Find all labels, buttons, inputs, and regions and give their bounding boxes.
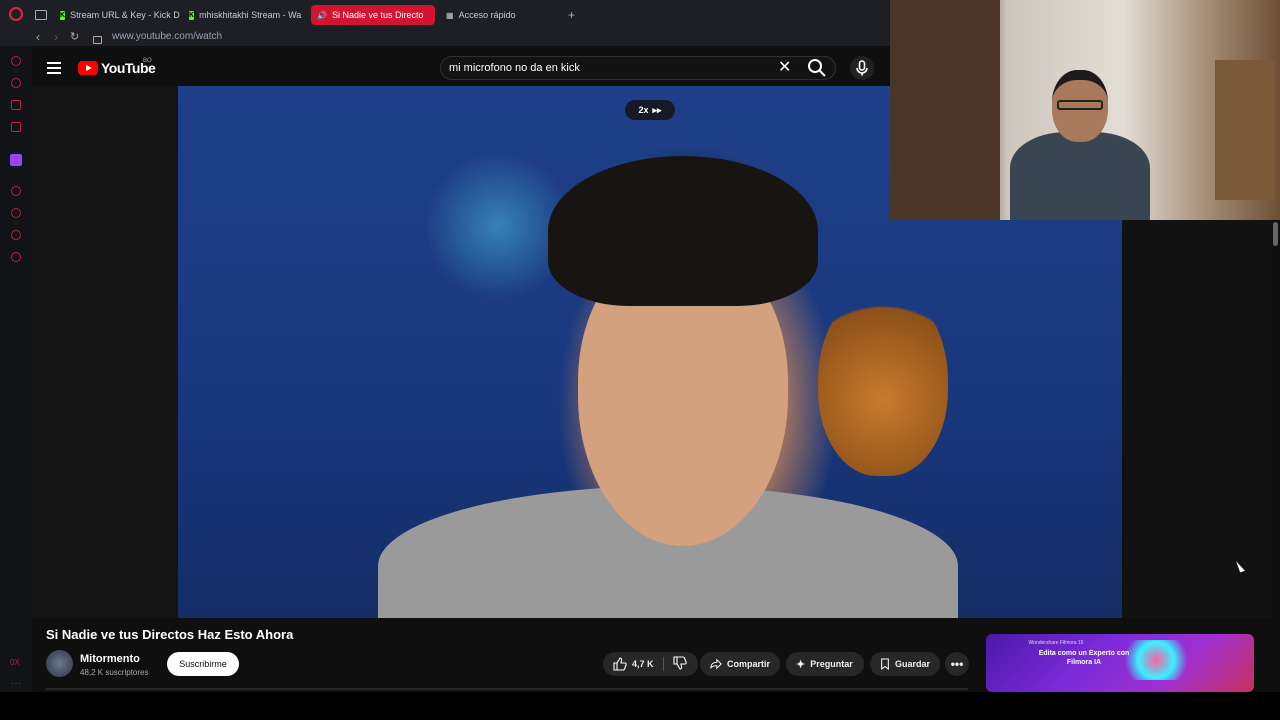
twitch-icon[interactable] xyxy=(10,154,22,166)
dislike-button[interactable] xyxy=(672,656,687,672)
search-icon xyxy=(808,59,826,77)
tab-label: Stream URL & Key - Kick D xyxy=(70,10,180,20)
thumbs-up-icon xyxy=(613,657,627,671)
reload-icon[interactable]: ↻ xyxy=(70,30,79,43)
player-letterbox-right xyxy=(1122,220,1272,618)
like-count: 4,7 K xyxy=(632,659,654,669)
ad-headline: Edita como un Experto con Filmora IA xyxy=(1038,650,1130,666)
fast-forward-icon: ▸▸ xyxy=(652,104,662,115)
webcam-overlay xyxy=(890,0,1280,220)
video-title: Si Nadie ve tus Directos Haz Esto Ahora xyxy=(46,627,294,642)
tab-youtube-video[interactable]: 🔊 Si Nadie ve tus Directo xyxy=(311,5,435,25)
tab-label: mhiskhitakhi Stream - Wa xyxy=(199,10,302,20)
sponsored-ad[interactable]: Wondershare Filmora 15 Edita como un Exp… xyxy=(986,634,1254,692)
lock-icon xyxy=(93,36,102,44)
sidebar-settings-icon[interactable] xyxy=(11,252,21,262)
sidebar-extensions-icon[interactable] xyxy=(11,230,21,240)
new-tab-button[interactable]: + xyxy=(568,8,575,22)
share-icon xyxy=(710,658,722,670)
speed-label: 2x xyxy=(638,105,649,115)
glasses-icon xyxy=(1057,100,1103,110)
browser-tab-strip: K Stream URL & Key - Kick D K mhiskhitak… xyxy=(0,0,890,30)
like-divider xyxy=(662,657,664,671)
share-label: Compartir xyxy=(726,659,770,669)
like-dislike-group: 4,7 K xyxy=(603,652,698,676)
speaker-icon: 🔊 xyxy=(317,10,327,20)
sidebar-history-icon[interactable] xyxy=(11,208,21,218)
share-button[interactable]: Compartir xyxy=(700,652,780,676)
forward-icon[interactable]: › xyxy=(54,30,58,44)
webcam-person-body xyxy=(1010,132,1150,220)
sidebar-aria-icon[interactable] xyxy=(11,78,21,88)
guitar-in-background xyxy=(818,286,948,476)
player-letterbox-left xyxy=(32,86,178,618)
back-icon[interactable]: ‹ xyxy=(36,30,40,44)
webcam-bookshelf xyxy=(1215,60,1275,200)
bookmark-icon xyxy=(881,658,889,670)
search-button[interactable] xyxy=(806,57,828,79)
subscribe-button[interactable]: Suscribirme xyxy=(167,652,239,676)
clear-search-icon[interactable]: ✕ xyxy=(778,59,791,77)
sidebar-player-icon[interactable] xyxy=(11,186,21,196)
channel-avatar[interactable] xyxy=(46,650,73,677)
playback-speed-indicator: 2x ▸▸ xyxy=(625,100,675,120)
more-actions-button[interactable]: ••• xyxy=(945,652,969,676)
ask-label: Preguntar xyxy=(810,659,853,669)
save-label: Guardar xyxy=(894,659,930,669)
opera-logo-icon[interactable] xyxy=(9,7,23,21)
grid-icon: ▦ xyxy=(446,10,454,20)
ad-brand: Wondershare Filmora 15 xyxy=(1028,640,1084,646)
channel-logo-neon xyxy=(428,146,568,306)
kick-icon: K xyxy=(189,10,195,20)
tab-label: Acceso rápido xyxy=(458,10,516,20)
webcam-shelf xyxy=(890,0,1000,220)
ask-button[interactable]: ✦ Preguntar xyxy=(786,652,864,676)
presenter-hair xyxy=(548,156,818,306)
section-divider xyxy=(46,688,968,690)
sidebar-ai-icon[interactable] xyxy=(11,56,21,66)
tab-overview-icon[interactable] xyxy=(35,10,47,20)
save-button[interactable]: Guardar xyxy=(870,652,940,676)
more-icon: ••• xyxy=(950,657,964,671)
menu-icon[interactable] xyxy=(47,62,61,74)
microphone-icon xyxy=(856,60,868,76)
tab-quick-access[interactable]: ▦ Acceso rápido xyxy=(440,5,550,25)
page-scrollbar[interactable] xyxy=(1272,220,1280,690)
webcam-person xyxy=(1010,70,1150,220)
sidebar-speed-label: 0X xyxy=(10,658,20,667)
scrollbar-thumb[interactable] xyxy=(1273,222,1278,246)
tab-label: Si Nadie ve tus Directo xyxy=(331,10,424,20)
sidebar-more-icon[interactable]: ··· xyxy=(11,678,21,689)
like-button[interactable]: 4,7 K xyxy=(613,657,654,671)
search-input[interactable] xyxy=(449,58,769,78)
channel-name[interactable]: Mitormento xyxy=(80,653,140,665)
tab-kick-stream[interactable]: K mhiskhitakhi Stream - Wa xyxy=(183,5,307,25)
youtube-play-icon xyxy=(78,61,98,75)
url-field[interactable]: www.youtube.com/watch xyxy=(112,31,222,42)
subscriber-count: 48,2 K suscriptores xyxy=(80,668,149,677)
thumbs-down-icon xyxy=(672,656,687,670)
voice-search-button[interactable] xyxy=(850,56,874,80)
tab-kick-stream-key[interactable]: K Stream URL & Key - Kick D xyxy=(54,5,180,25)
sidebar-instagram-icon[interactable] xyxy=(11,122,21,132)
country-code: BO xyxy=(143,58,152,64)
kick-icon: K xyxy=(60,10,66,20)
sparkle-icon: ✦ xyxy=(796,658,806,671)
sidebar-messenger-icon[interactable] xyxy=(11,100,21,110)
browser-sidebar: 0X ··· xyxy=(0,46,32,720)
screen-bottom-bar xyxy=(0,692,1280,720)
